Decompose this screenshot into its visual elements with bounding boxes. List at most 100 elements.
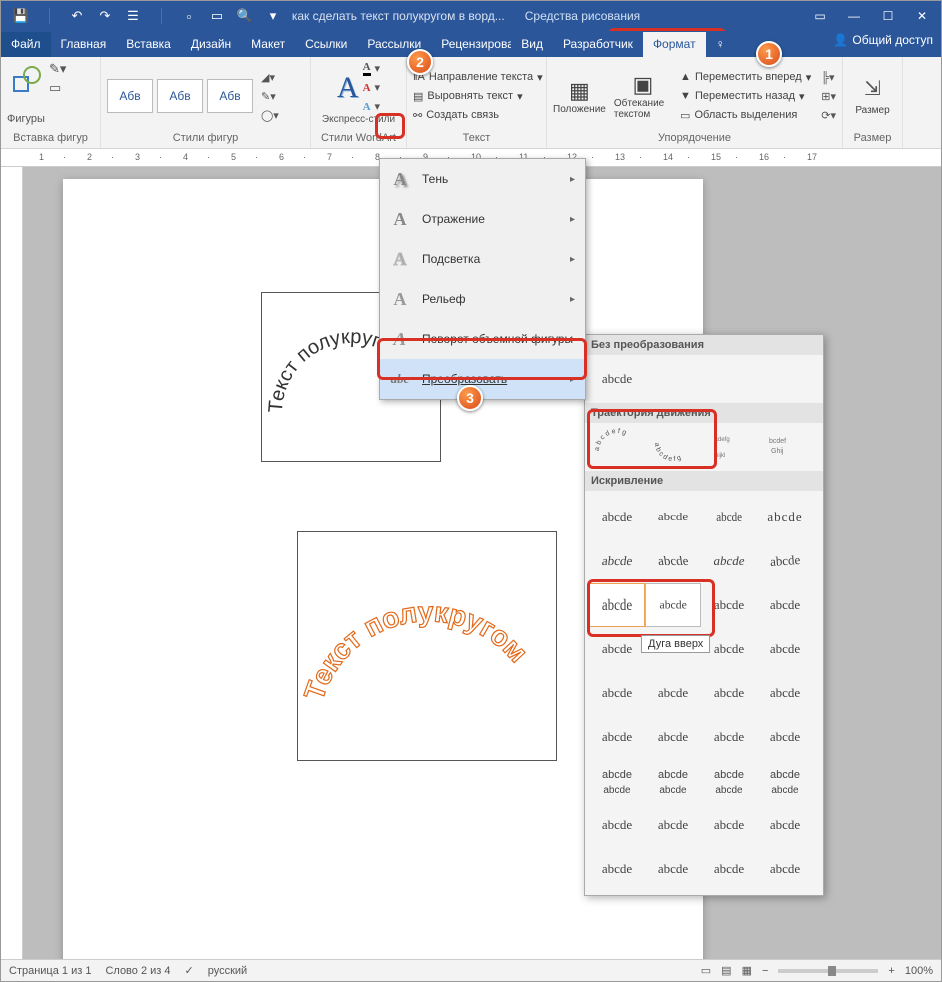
tab-developer[interactable]: Разработчик — [553, 32, 643, 57]
qat-more-icon[interactable]: ▾ — [261, 5, 285, 27]
rotate-button[interactable]: ⟳▾ — [821, 107, 836, 124]
tp-warp-1[interactable]: abcde — [589, 495, 645, 539]
tp-warp-12[interactable]: abcde — [757, 583, 813, 627]
zoom-slider[interactable] — [778, 969, 878, 973]
position-button[interactable]: ▦Положение — [553, 78, 606, 115]
shape-effects-button[interactable]: ◯▾ — [261, 107, 279, 124]
text-fill-button[interactable]: A▾ — [363, 60, 380, 77]
selection-pane-button[interactable]: ▭Область выделения — [680, 107, 811, 124]
shape-fill-button[interactable]: ◢▾ — [261, 69, 279, 86]
tp-warp-9[interactable]: abcde — [589, 583, 645, 627]
dd-glow[interactable]: AПодсветка▸ — [380, 239, 585, 279]
view-print-icon[interactable]: ▤ — [721, 964, 731, 977]
tab-layout[interactable]: Макет — [241, 32, 295, 57]
tell-me-icon[interactable]: ♀ — [706, 32, 735, 57]
save-icon[interactable]: 💾 — [9, 5, 33, 27]
touch-mode-icon[interactable]: ☰ — [121, 5, 145, 27]
wrap-text-button[interactable]: ▣Обтекание текстом — [614, 72, 672, 120]
tp-warp-29[interactable]: abcde — [589, 803, 645, 847]
bring-forward-button[interactable]: ▲Переместить вперед▾ — [680, 69, 811, 86]
tp-warp-33[interactable]: abcde — [589, 847, 645, 891]
tp-warp-36[interactable]: abcde — [757, 847, 813, 891]
print-preview-icon[interactable]: 🔍 — [233, 5, 257, 27]
zoom-level[interactable]: 100% — [905, 965, 933, 977]
shape-style-2[interactable]: Абв — [157, 79, 203, 113]
tab-references[interactable]: Ссылки — [295, 32, 357, 57]
minimize-button[interactable]: — — [841, 5, 867, 27]
tp-warp-32[interactable]: abcde — [757, 803, 813, 847]
tp-warp-22[interactable]: abcde — [645, 715, 701, 759]
tp-warp-13[interactable]: abcde — [589, 627, 645, 671]
dd-reflection[interactable]: AОтражение▸ — [380, 199, 585, 239]
align-text-button[interactable]: ▤Выровнять текст▾ — [413, 88, 543, 105]
view-read-icon[interactable]: ▭ — [701, 964, 711, 977]
maximize-button[interactable]: ☐ — [875, 5, 901, 27]
dd-shadow[interactable]: AТень▸ — [380, 159, 585, 199]
redo-icon[interactable]: ↷ — [93, 5, 117, 27]
tp-warp-26[interactable]: abcdeabcde — [645, 759, 701, 803]
ruler-vertical[interactable] — [1, 167, 23, 959]
tp-path-3[interactable]: cdefghijkl — [701, 425, 757, 469]
tp-warp-3[interactable]: abcde — [701, 495, 757, 539]
send-backward-button[interactable]: ▼Переместить назад▾ — [680, 88, 811, 105]
tp-warp-31[interactable]: abcde — [701, 803, 757, 847]
create-link-button[interactable]: ⚯Создать связь — [413, 107, 543, 124]
open-icon[interactable]: ▭ — [205, 5, 229, 27]
shape-style-3[interactable]: Абв — [207, 79, 253, 113]
ribbon-display-icon[interactable]: ▭ — [807, 5, 833, 27]
size-icon[interactable]: ⇲ — [864, 76, 881, 101]
quick-styles-icon[interactable]: A — [337, 71, 359, 105]
tp-warp-10[interactable]: abcde — [645, 583, 701, 627]
status-language[interactable]: русский — [208, 965, 247, 977]
tp-warp-8[interactable]: abcde — [757, 539, 813, 583]
dd-3drotation[interactable]: AПоворот объемной фигуры▸ — [380, 319, 585, 359]
align-button[interactable]: ╠▾ — [821, 69, 836, 86]
tp-warp-34[interactable]: abcde — [645, 847, 701, 891]
dd-transform[interactable]: abcПреобразовать▸ — [380, 359, 585, 399]
tp-warp-25[interactable]: abcdeabcde — [589, 759, 645, 803]
new-doc-icon[interactable]: ▫ — [177, 5, 201, 27]
tp-warp-19[interactable]: abcde — [701, 671, 757, 715]
tp-warp-5[interactable]: abcde — [589, 539, 645, 583]
textbox-2[interactable]: Текст полукругом — [297, 531, 557, 761]
shape-outline-button[interactable]: ✎▾ — [261, 88, 279, 105]
tp-path-4[interactable]: bcdefGhij — [757, 425, 813, 469]
tp-path-2[interactable]: a b c d e f g — [645, 425, 701, 469]
tp-warp-2[interactable]: abcde — [645, 495, 701, 539]
tp-warp-23[interactable]: abcde — [701, 715, 757, 759]
tp-warp-28[interactable]: abcdeabcde — [757, 759, 813, 803]
tp-warp-11[interactable]: abcde — [701, 583, 757, 627]
tp-warp-35[interactable]: abcde — [701, 847, 757, 891]
tp-warp-6[interactable]: abcde — [645, 539, 701, 583]
undo-icon[interactable]: ↶ — [65, 5, 89, 27]
spellcheck-icon[interactable]: ✓ — [185, 964, 194, 977]
text-direction-button[interactable]: ‖AНаправление текста▾ — [413, 69, 543, 86]
zoom-in-button[interactable]: + — [888, 965, 894, 977]
tab-design[interactable]: Дизайн — [181, 32, 241, 57]
tp-warp-4[interactable]: abcde — [757, 495, 813, 539]
tp-warp-24[interactable]: abcde — [757, 715, 813, 759]
tab-home[interactable]: Главная — [51, 32, 117, 57]
share-button[interactable]: 👤Общий доступ — [833, 33, 933, 47]
tp-warp-30[interactable]: abcde — [645, 803, 701, 847]
tab-insert[interactable]: Вставка — [116, 32, 181, 57]
tab-review[interactable]: Рецензирование — [431, 32, 511, 57]
tp-warp-7[interactable]: abcde — [701, 539, 757, 583]
status-words[interactable]: Слово 2 из 4 — [105, 965, 170, 977]
tp-warp-27[interactable]: abcdeabcde — [701, 759, 757, 803]
tp-warp-20[interactable]: abcde — [757, 671, 813, 715]
shape-style-1[interactable]: Абв — [107, 79, 153, 113]
status-page[interactable]: Страница 1 из 1 — [9, 965, 91, 977]
view-web-icon[interactable]: ▦ — [742, 964, 752, 977]
tab-format[interactable]: Формат — [643, 32, 706, 57]
shapes-button[interactable] — [7, 60, 47, 100]
tab-view[interactable]: Вид — [511, 32, 553, 57]
tab-file[interactable]: Файл — [1, 32, 51, 57]
textbox-icon[interactable]: ▭ — [49, 79, 66, 96]
close-button[interactable]: ✕ — [909, 5, 935, 27]
tp-no-transform-option[interactable]: abcde — [589, 357, 645, 401]
edit-shape-icon[interactable]: ✎▾ — [49, 60, 66, 77]
tp-warp-16[interactable]: abcde — [757, 627, 813, 671]
tp-warp-18[interactable]: abcde — [645, 671, 701, 715]
zoom-out-button[interactable]: − — [762, 965, 768, 977]
